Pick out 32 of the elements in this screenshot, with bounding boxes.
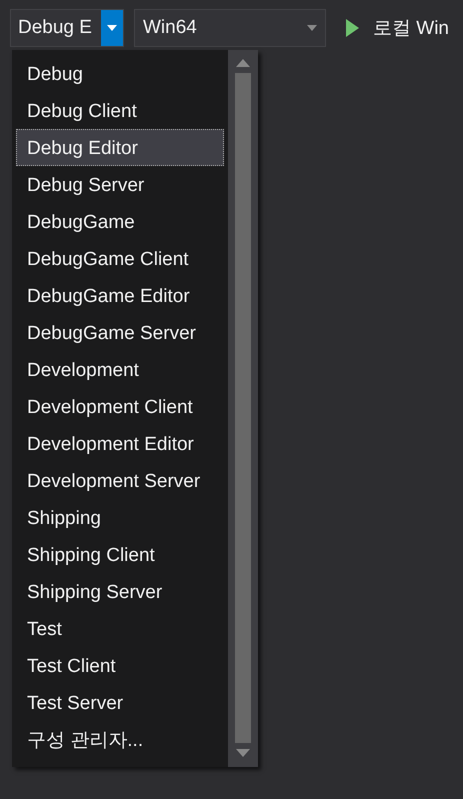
dropdown-item[interactable]: Test Client xyxy=(16,647,224,684)
dropdown-item[interactable]: Shipping Server xyxy=(16,573,224,610)
platform-dropdown[interactable]: Win64 xyxy=(134,9,326,47)
dropdown-item[interactable]: Test xyxy=(16,610,224,647)
dropdown-item[interactable]: Shipping xyxy=(16,499,224,536)
platform-value: Win64 xyxy=(143,17,198,39)
scrollbar-thumb[interactable] xyxy=(235,73,251,743)
dropdown-item[interactable]: Shipping Client xyxy=(16,536,224,573)
dropdown-item[interactable]: Development xyxy=(16,351,224,388)
scroll-down-icon[interactable] xyxy=(236,749,250,757)
configuration-value: Debug E xyxy=(18,17,93,39)
dropdown-item[interactable]: DebugGame Editor xyxy=(16,277,224,314)
dropdown-item[interactable]: DebugGame xyxy=(16,203,224,240)
dropdown-item[interactable]: Debug xyxy=(16,55,224,92)
dropdown-item[interactable]: DebugGame Client xyxy=(16,240,224,277)
configuration-dropdown[interactable]: Debug E xyxy=(10,9,124,47)
scroll-up-icon[interactable] xyxy=(236,59,250,67)
dropdown-item[interactable]: Test Server xyxy=(16,684,224,721)
dropdown-item[interactable]: Development Client xyxy=(16,388,224,425)
dropdown-item[interactable]: Debug Server xyxy=(16,166,224,203)
caret-icon xyxy=(107,25,117,31)
scrollbar[interactable] xyxy=(228,50,258,767)
dropdown-item[interactable]: Development Editor xyxy=(16,425,224,462)
dropdown-item[interactable]: DebugGame Server xyxy=(16,314,224,351)
dropdown-item[interactable]: Debug Editor xyxy=(16,129,224,166)
dropdown-arrow-button[interactable] xyxy=(101,10,123,46)
caret-icon xyxy=(307,25,317,31)
play-icon xyxy=(346,19,359,37)
dropdown-item[interactable]: Development Server xyxy=(16,462,224,499)
run-button[interactable]: 로컬 Win xyxy=(346,15,449,41)
dropdown-item[interactable]: 구성 관리자... xyxy=(16,721,224,758)
dropdown-item[interactable]: Debug Client xyxy=(16,92,224,129)
